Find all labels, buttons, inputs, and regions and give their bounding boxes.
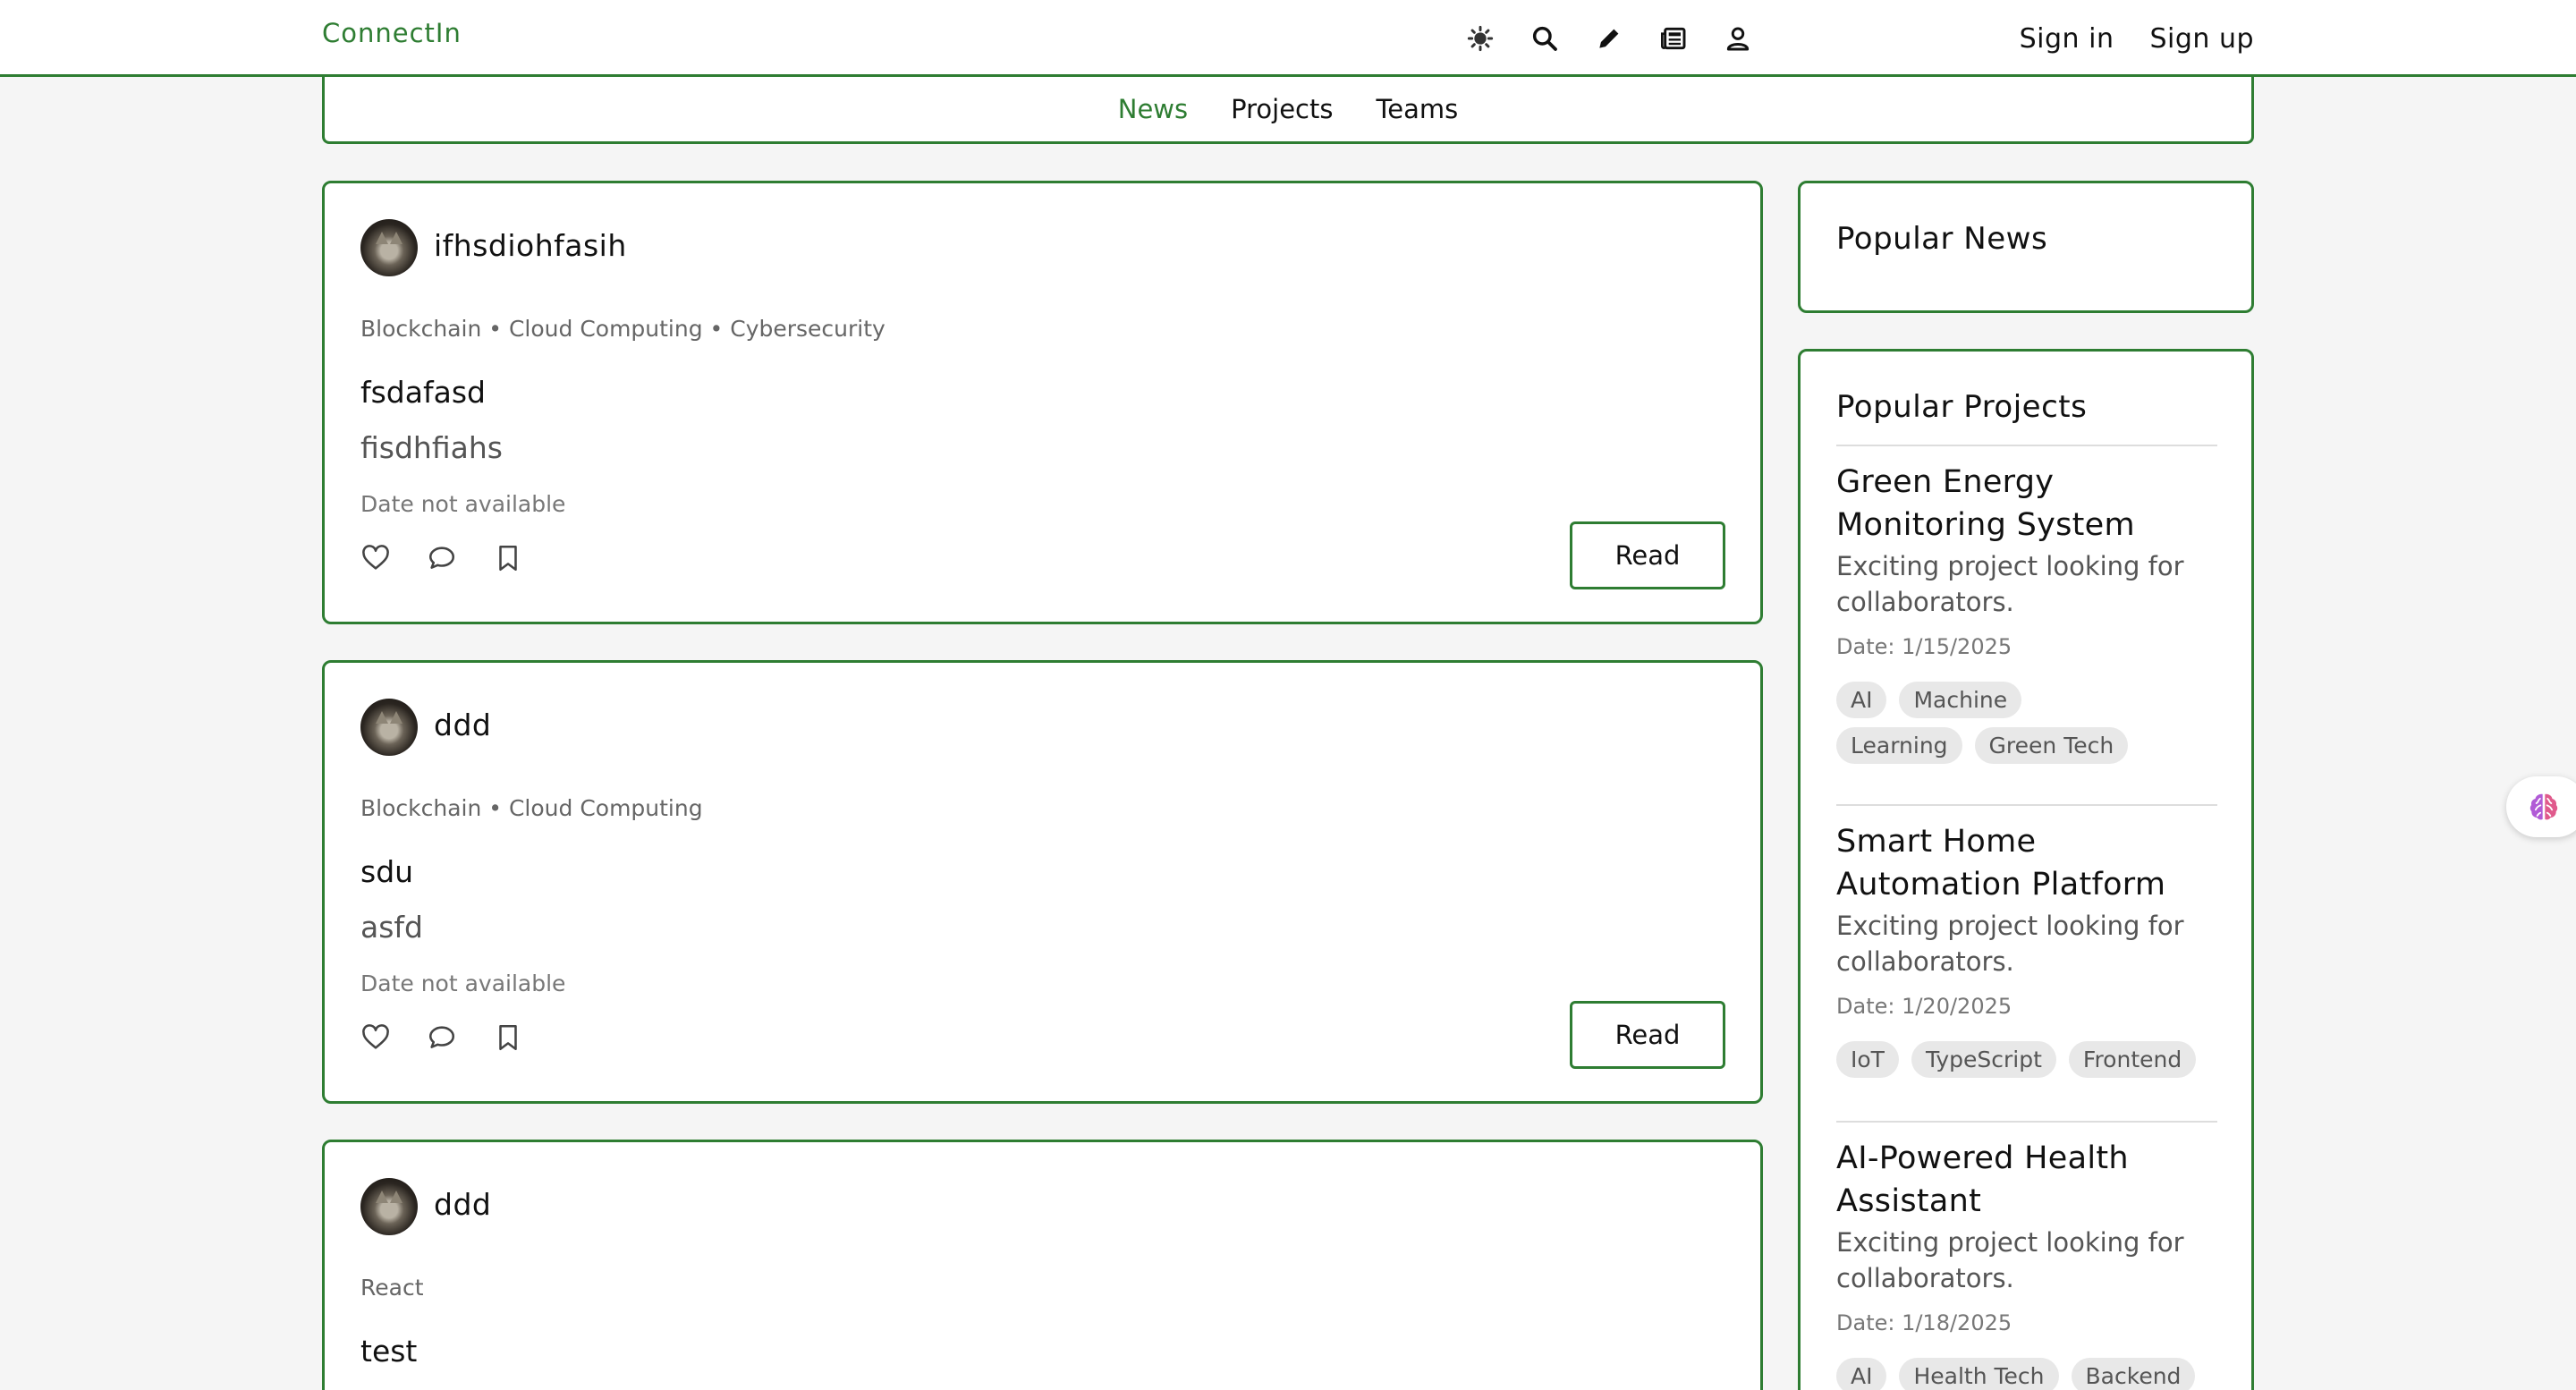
sign-up-link[interactable]: Sign up bbox=[2149, 23, 2254, 55]
user-icon[interactable] bbox=[1723, 23, 1753, 54]
project-name[interactable]: AI-Powered Health Assistant bbox=[1836, 1137, 2217, 1223]
project-item[interactable]: Green Energy Monitoring System Exciting … bbox=[1836, 445, 2217, 770]
tag-chip[interactable]: Green Tech bbox=[1974, 727, 2129, 764]
project-tags: AI Health Tech Backend bbox=[1836, 1355, 2217, 1390]
top-navbar: ConnectIn Sign in Sign up bbox=[0, 0, 2576, 77]
post-tags: Blockchain • Cloud Computing bbox=[360, 795, 703, 821]
avatar[interactable] bbox=[360, 699, 418, 756]
section-tabs: News Projects Teams bbox=[322, 77, 2254, 144]
project-name[interactable]: Green Energy Monitoring System bbox=[1836, 461, 2217, 547]
bookmark-icon[interactable] bbox=[493, 1022, 523, 1053]
author-name[interactable]: ddd bbox=[434, 708, 491, 742]
popular-news-title: Popular News bbox=[1836, 221, 2048, 257]
post-date: Date not available bbox=[360, 491, 566, 517]
author-name[interactable]: ddd bbox=[434, 1187, 491, 1222]
tab-news[interactable]: News bbox=[1118, 94, 1188, 124]
popular-projects-title: Popular Projects bbox=[1836, 389, 2088, 425]
edit-icon[interactable] bbox=[1594, 23, 1624, 54]
avatar[interactable] bbox=[360, 219, 418, 276]
tab-teams[interactable]: Teams bbox=[1376, 94, 1458, 124]
author-name[interactable]: ifhsdiohfasih bbox=[434, 228, 627, 263]
post-actions bbox=[360, 1022, 523, 1053]
search-icon[interactable] bbox=[1530, 23, 1560, 54]
navbar-icons bbox=[1465, 0, 1753, 77]
project-description: Exciting project looking for collaborato… bbox=[1836, 551, 2184, 617]
newspaper-icon[interactable] bbox=[1658, 23, 1689, 54]
project-tags: IoT TypeScript Frontend bbox=[1836, 1038, 2217, 1084]
tag-chip[interactable]: AI bbox=[1836, 1358, 1887, 1390]
news-card: ddd React test bbox=[322, 1140, 1763, 1390]
tag-chip[interactable]: Frontend bbox=[2068, 1041, 2197, 1078]
project-description: Exciting project looking for collaborato… bbox=[1836, 1227, 2184, 1293]
tag-chip[interactable]: Backend bbox=[2071, 1358, 2196, 1390]
post-tags: React bbox=[360, 1275, 424, 1301]
post-tags: Blockchain • Cloud Computing • Cybersecu… bbox=[360, 316, 886, 342]
theme-icon[interactable] bbox=[1465, 23, 1496, 54]
post-body: fisdhfiahs bbox=[360, 430, 503, 465]
tag-chip[interactable]: AI bbox=[1836, 682, 1887, 718]
post-title: fsdafasd bbox=[360, 375, 486, 410]
post-title: sdu bbox=[360, 854, 414, 889]
post-title: test bbox=[360, 1334, 418, 1369]
post-actions bbox=[360, 543, 523, 573]
project-item[interactable]: Smart Home Automation Platform Exciting … bbox=[1836, 804, 2217, 1084]
brand-logo[interactable]: ConnectIn bbox=[322, 18, 462, 48]
post-date: Date not available bbox=[360, 970, 566, 996]
project-tags: AI Machine Learning Green Tech bbox=[1836, 679, 2217, 770]
comment-icon[interactable] bbox=[427, 543, 457, 573]
project-date: Date: 1/20/2025 bbox=[1836, 994, 2012, 1019]
read-button[interactable]: Read bbox=[1570, 1001, 1725, 1069]
tab-projects[interactable]: Projects bbox=[1231, 94, 1333, 124]
ai-assistant-button[interactable] bbox=[2506, 776, 2576, 837]
popular-news-panel: Popular News bbox=[1798, 181, 2254, 313]
heart-icon[interactable] bbox=[360, 543, 391, 573]
bookmark-icon[interactable] bbox=[493, 543, 523, 573]
heart-icon[interactable] bbox=[360, 1022, 391, 1053]
read-button[interactable]: Read bbox=[1570, 521, 1725, 589]
tag-chip[interactable]: IoT bbox=[1836, 1041, 1899, 1078]
brain-icon bbox=[2529, 793, 2558, 820]
post-body: asfd bbox=[360, 910, 423, 945]
tag-chip[interactable]: TypeScript bbox=[1911, 1041, 2056, 1078]
comment-icon[interactable] bbox=[427, 1022, 457, 1053]
popular-projects-panel: Popular Projects Green Energy Monitoring… bbox=[1798, 349, 2254, 1390]
project-name[interactable]: Smart Home Automation Platform bbox=[1836, 820, 2217, 906]
tag-chip[interactable]: Health Tech bbox=[1899, 1358, 2059, 1390]
news-card: ifhsdiohfasih Blockchain • Cloud Computi… bbox=[322, 181, 1763, 624]
project-description: Exciting project looking for collaborato… bbox=[1836, 911, 2184, 977]
avatar[interactable] bbox=[360, 1178, 418, 1235]
sign-in-link[interactable]: Sign in bbox=[2020, 23, 2114, 55]
auth-links: Sign in Sign up bbox=[2020, 0, 2254, 77]
project-date: Date: 1/18/2025 bbox=[1836, 1310, 2012, 1335]
news-card: ddd Blockchain • Cloud Computing sdu asf… bbox=[322, 660, 1763, 1104]
project-item[interactable]: AI-Powered Health Assistant Exciting pro… bbox=[1836, 1121, 2217, 1390]
project-date: Date: 1/15/2025 bbox=[1836, 634, 2012, 659]
